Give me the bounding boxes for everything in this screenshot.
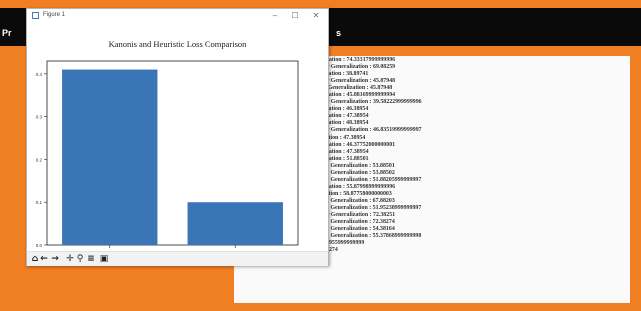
figure-title-bar[interactable]: Figure 1 – ☐ ✕ [27, 9, 328, 23]
minimize-button[interactable]: – [267, 10, 283, 21]
chart-title: Kanonis and Heuristic Loss Comparison [108, 39, 247, 49]
bar-chart: 0.00.10.20.30.4Heuristic LossKanonis [36, 60, 299, 261]
maximize-button[interactable]: ☐ [287, 10, 303, 21]
y-tick-label: 0.1 [36, 200, 43, 205]
zoom-icon[interactable]: ⚲ [75, 254, 85, 264]
chart-area: Kanonis and Heuristic Loss Comparison 0.… [27, 23, 328, 261]
bar-0 [62, 69, 158, 245]
y-tick-label: 0.4 [36, 72, 43, 77]
figure-window[interactable]: Figure 1 – ☐ ✕ Kanonis and Heuristic Los… [26, 8, 329, 266]
pan-icon[interactable]: ✛ [65, 254, 75, 264]
y-tick-label: 0.2 [36, 157, 43, 162]
y-tick-label: 0.0 [36, 243, 43, 248]
window-title: Figure 1 [43, 12, 66, 18]
bar-1 [187, 202, 283, 245]
app-icon [32, 12, 39, 19]
y-tick-label: 0.3 [36, 115, 43, 120]
close-button[interactable]: ✕ [308, 10, 324, 21]
figure-toolbar: ⌂ ← → ✛ ⚲ ≡ ▣ [27, 251, 328, 266]
save-icon[interactable]: ▣ [99, 254, 109, 264]
back-arrow-icon[interactable]: ← [39, 254, 49, 264]
header-text-left: Pr [2, 28, 12, 38]
configure-subplots-icon[interactable]: ≡ [86, 254, 96, 264]
forward-arrow-icon[interactable]: → [50, 254, 60, 264]
header-text-right: s [336, 28, 342, 38]
